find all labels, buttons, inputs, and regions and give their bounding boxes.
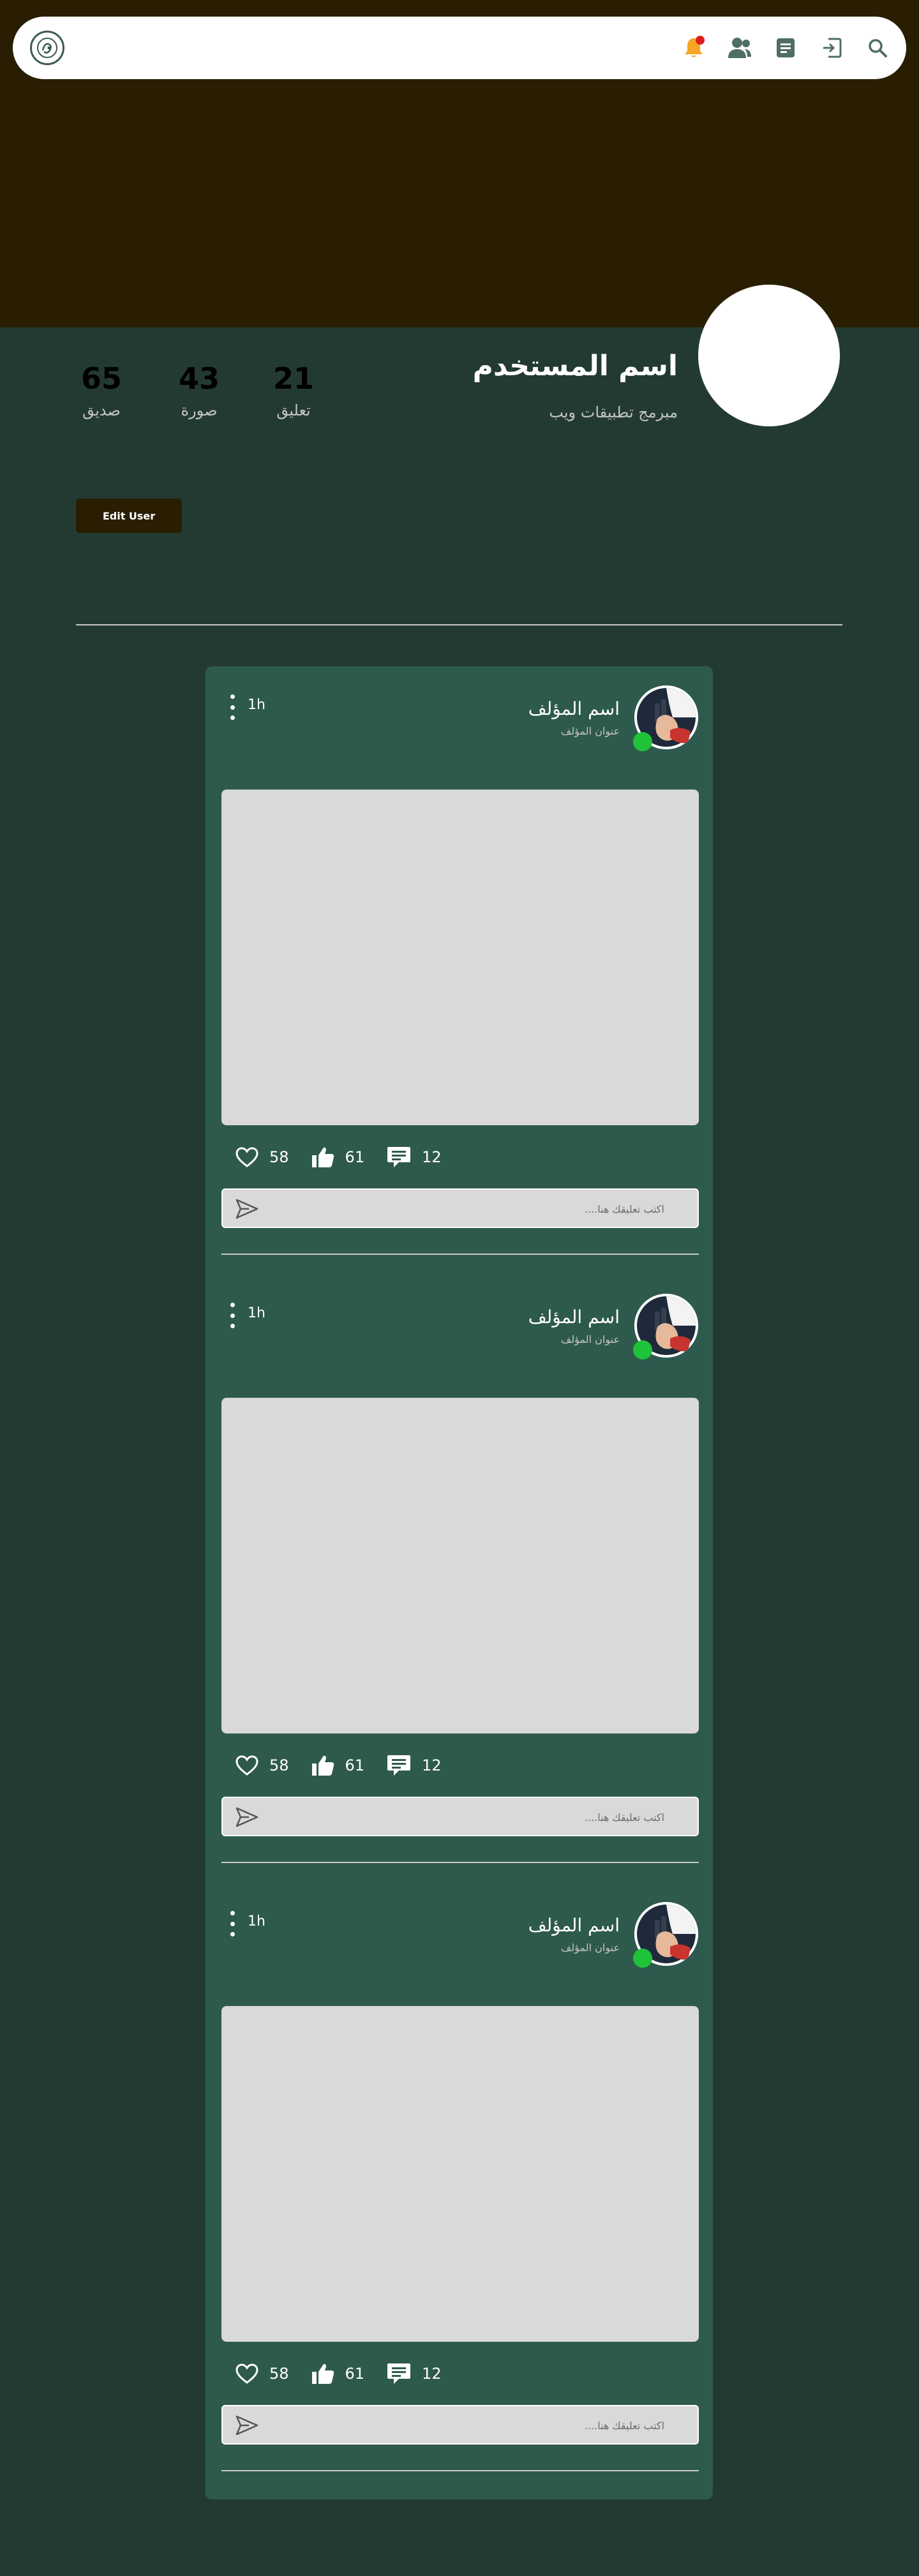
notification-bell-icon[interactable] [680,34,707,61]
author-title: عنوان المؤلف [560,1333,620,1345]
comment-icon [387,2363,411,2384]
stat-value: 43 [178,361,220,396]
thumbs-up-action[interactable]: 61 [311,1146,365,1169]
post-card: 1h اسم المؤلف عنوان المؤلف 58 61 12 اكتب… [205,666,713,1275]
post-actions: 58 61 12 [235,1145,453,1169]
heart-icon [235,1147,258,1167]
comment-field [221,1797,699,1836]
likes-count: 58 [269,1148,289,1166]
stat-label: صورة [181,401,218,419]
comment-input[interactable] [267,1196,666,1222]
comment-field [221,2405,699,2445]
thumbs-up-action[interactable]: 61 [311,1754,365,1777]
stat-friends: 65 صديق [63,361,140,419]
notification-dot [696,36,705,45]
send-icon[interactable] [234,2414,260,2437]
comments-count: 12 [422,1148,442,1166]
stat-photos: 43 صورة [161,361,237,419]
author-title: عنوان المؤلف [560,1942,620,1954]
thumbs-up-icon [311,1147,334,1167]
post-menu-icon[interactable] [228,1303,236,1328]
post-time: 1h [248,1913,265,1929]
comments-count: 12 [422,1756,442,1774]
brand-logo-icon[interactable] [30,31,64,65]
heart-icon [235,1755,258,1776]
post-image[interactable] [221,1398,699,1734]
post-menu-icon[interactable] [228,694,236,720]
stat-label: تعليق [276,401,311,419]
like-action[interactable]: 58 [235,1755,289,1776]
thumbs-count: 61 [345,2365,365,2383]
profile-username: اسم المستخدم [472,350,678,382]
online-status-indicator [633,1949,652,1968]
logout-icon[interactable] [818,34,845,61]
send-icon[interactable] [234,1197,260,1220]
stat-value: 65 [80,361,122,396]
author-name[interactable]: اسم المؤلف [528,698,620,719]
author-name[interactable]: اسم المؤلف [528,1915,620,1936]
author-name[interactable]: اسم المؤلف [528,1307,620,1328]
post-divider [221,1862,699,1863]
document-icon[interactable] [772,34,799,61]
comment-action[interactable]: 12 [386,1753,442,1778]
thumbs-up-action[interactable]: 61 [311,2362,365,2385]
post-card: 1h اسم المؤلف عنوان المؤلف 58 61 12 اكتب… [205,1883,713,2491]
comment-input[interactable] [267,2413,666,2438]
send-icon[interactable] [234,1806,260,1829]
comment-icon [387,1147,411,1167]
stat-comments: 21 تعليق [255,361,332,419]
comment-field [221,1188,699,1228]
search-icon[interactable] [864,34,891,61]
section-divider [76,624,842,625]
thumbs-count: 61 [345,1756,365,1774]
like-action[interactable]: 58 [235,1146,289,1168]
author-title: عنوان المؤلف [560,725,620,737]
thumbs-up-icon [311,1755,334,1776]
post-image[interactable] [221,790,699,1125]
friends-icon[interactable] [726,34,753,61]
comment-action[interactable]: 12 [386,1145,442,1169]
stat-label: صديق [82,401,121,419]
comment-action[interactable]: 12 [386,2362,442,2386]
likes-count: 58 [269,1756,289,1774]
profile-title: مبرمج تطبيقات ويب [549,403,678,421]
post-actions: 58 61 12 [235,1753,453,1778]
post-divider [221,1254,699,1255]
likes-count: 58 [269,2365,289,2383]
thumbs-count: 61 [345,1148,365,1166]
post-menu-icon[interactable] [228,1911,236,1936]
navbar-actions [680,34,891,61]
comments-count: 12 [422,2365,442,2383]
comment-icon [387,1755,411,1776]
post-time: 1h [248,1305,265,1321]
post-divider [221,2470,699,2471]
comment-input[interactable] [267,1804,666,1830]
heart-icon [235,2363,258,2384]
online-status-indicator [633,1340,652,1359]
post-time: 1h [248,697,265,713]
top-navbar [13,17,906,79]
online-status-indicator [633,732,652,751]
edit-user-button[interactable]: Edit User [76,498,182,533]
thumbs-up-icon [311,2363,334,2384]
post-image[interactable] [221,2006,699,2342]
stat-value: 21 [273,361,314,396]
like-action[interactable]: 58 [235,2363,289,2385]
posts-feed: 1h اسم المؤلف عنوان المؤلف 58 61 12 اكتب… [205,666,713,2499]
profile-avatar[interactable] [698,285,840,426]
post-actions: 58 61 12 [235,2362,453,2386]
post-card: 1h اسم المؤلف عنوان المؤلف 58 61 12 اكتب… [205,1275,713,1883]
